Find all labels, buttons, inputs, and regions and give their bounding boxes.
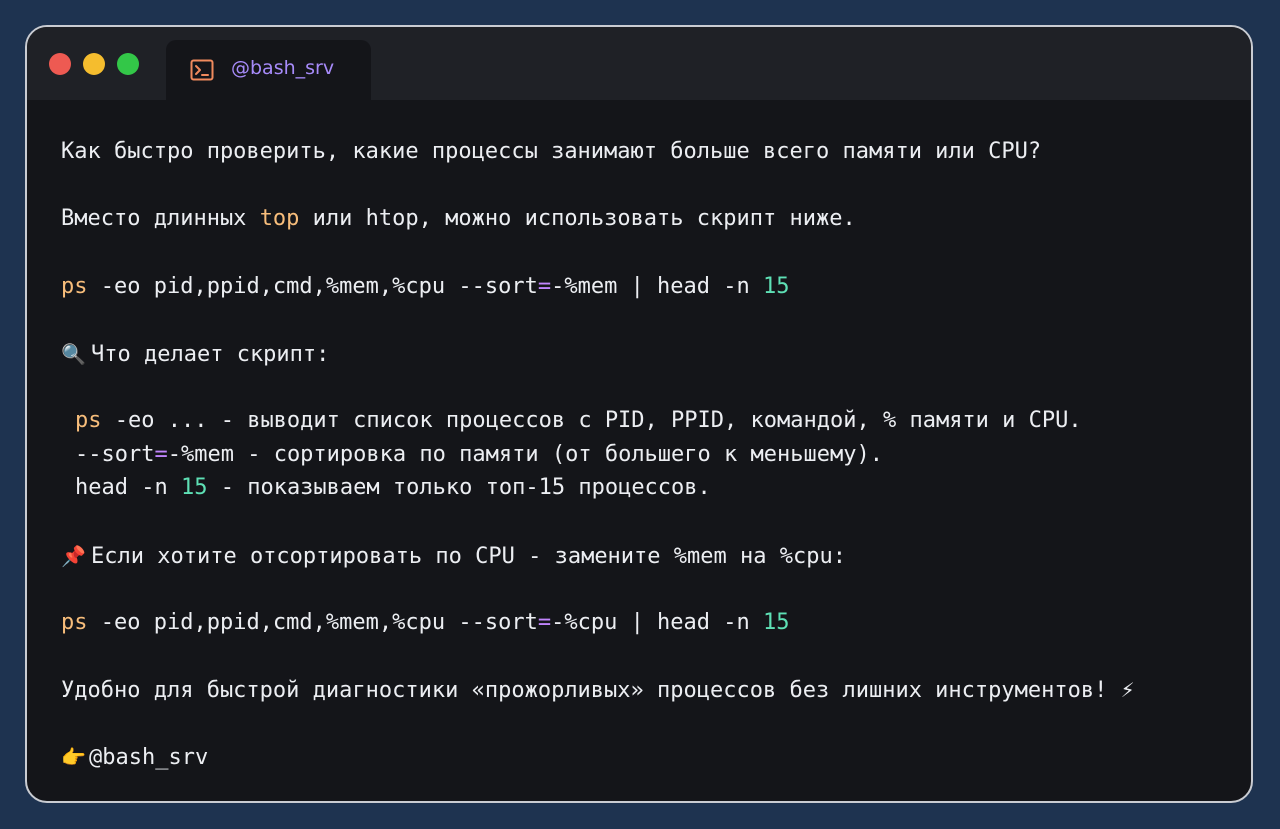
magnifier-icon: 🔍 [61,342,86,366]
signature: 👉 @bash_srv [61,745,209,770]
close-button[interactable] [49,53,71,75]
question-text: Как быстро проверить, какие процессы зан… [61,139,1042,164]
cpu-tip: 📌 Если хотите отсортировать по CPU - заме… [61,544,846,569]
command-sort-cpu: ps -eo pid,ppid,cmd,%mem,%cpu --sort=-%c… [61,610,790,635]
terminal-window: @bash_srv Как быстро проверить, какие пр… [25,25,1253,803]
explain-line-sort: --sort=-%mem - сортировка по памяти (от … [75,442,883,467]
command-sort-mem: ps -eo pid,ppid,cmd,%mem,%cpu --sort=-%m… [61,274,790,299]
terminal-icon [190,59,214,81]
conclusion-text: Удобно для быстрой диагностики «прожорли… [61,678,1135,703]
explain-line-head: head -n 15 - показываем только топ-15 пр… [75,475,711,500]
tab-bash-srv[interactable]: @bash_srv [166,40,371,100]
tab-title: @bash_srv [231,57,335,79]
maximize-button[interactable] [117,53,139,75]
intro-text: Вместо длинных top или htop, можно испол… [61,206,856,231]
top-keyword: top [259,206,300,231]
pointing-hand-icon: 👉 [61,745,86,769]
pushpin-icon: 📌 [61,544,86,568]
title-bar: @bash_srv [27,27,1251,100]
lightning-icon: ⚡ [1120,678,1135,702]
what-heading: 🔍 Что делает скрипт: [61,342,330,367]
minimize-button[interactable] [83,53,105,75]
explain-line-ps: ps -eo ... - выводит список процессов с … [75,408,1082,433]
